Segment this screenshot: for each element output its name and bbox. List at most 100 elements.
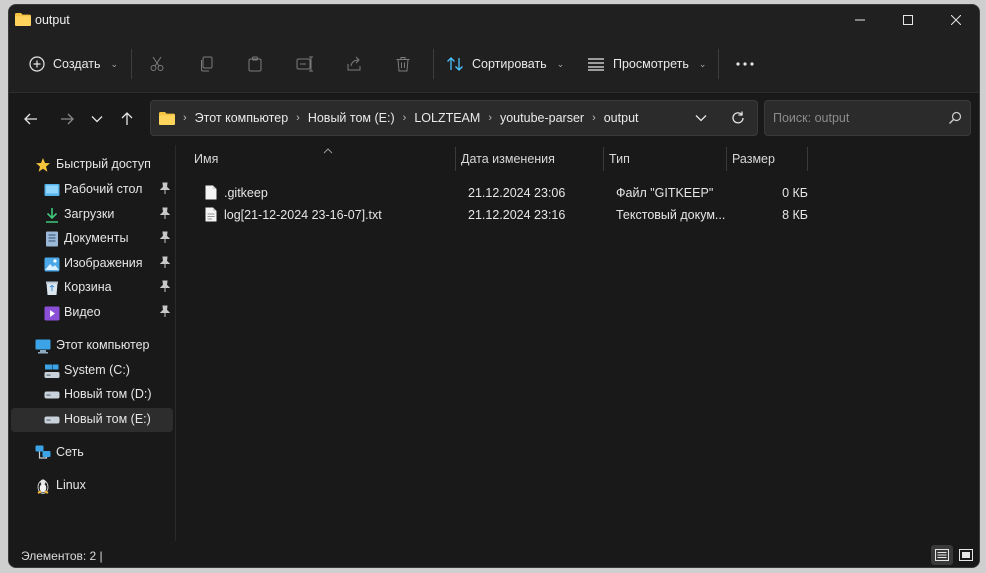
file-name: .gitkeep (224, 186, 268, 200)
sidebar-item-documents[interactable]: Документы (11, 227, 173, 251)
sidebar-item-label: Документы (64, 231, 129, 245)
address-bar[interactable]: › Этот компьютер › Новый том (E:) › LOLZ… (150, 100, 758, 136)
sidebar-item-videos[interactable]: Видео (11, 301, 173, 325)
sidebar-item-network[interactable]: Сеть (11, 441, 173, 465)
more-options-button[interactable] (736, 35, 754, 93)
share-button[interactable] (346, 35, 362, 93)
details-view-button[interactable] (931, 545, 953, 565)
chevron-down-icon: ⌄ (698, 58, 707, 69)
pin-icon[interactable] (159, 280, 171, 294)
table-row[interactable]: .gitkeep 21.12.2024 23:06 Файл "GITKEEP"… (188, 182, 808, 204)
column-divider[interactable] (603, 147, 604, 171)
sidebar-item-label: Изображения (64, 256, 143, 270)
breadcrumb-item[interactable]: LOLZTEAM (414, 111, 480, 125)
image-icon (44, 256, 60, 272)
title-bar[interactable]: output (9, 5, 979, 35)
column-divider[interactable] (726, 147, 727, 171)
sidebar-item-drive-c[interactable]: System (C:) (11, 359, 173, 383)
table-row[interactable]: log[21-12-2024 23-16-07].txt 21.12.2024 … (188, 204, 808, 226)
close-button[interactable] (930, 5, 979, 35)
sidebar-item-downloads[interactable]: Загрузки (11, 203, 173, 227)
sidebar-item-label: Linux (56, 478, 86, 492)
sidebar-item-this-pc[interactable]: Этот компьютер (11, 334, 173, 358)
column-header-size[interactable]: Размер (732, 145, 775, 173)
chevron-down-icon: ⌄ (556, 58, 565, 69)
breadcrumb-item[interactable]: Новый том (E:) (308, 111, 395, 125)
refresh-button[interactable] (723, 101, 753, 135)
pin-icon[interactable] (159, 182, 171, 196)
column-header-label: Размер (732, 152, 775, 166)
sidebar-item-pictures[interactable]: Изображения (11, 252, 173, 276)
arrow-right-icon (61, 113, 74, 125)
chevron-right-icon: › (296, 112, 300, 124)
column-header-name[interactable]: Имя (194, 145, 218, 173)
sort-icon (447, 57, 463, 71)
search-input[interactable] (773, 109, 943, 127)
sidebar-item-linux[interactable]: Linux (11, 474, 173, 498)
column-divider[interactable] (807, 147, 808, 171)
cut-button[interactable] (149, 35, 165, 93)
tiles-view-button[interactable] (955, 545, 977, 565)
recent-locations-button[interactable] (83, 93, 111, 145)
copy-button[interactable] (199, 35, 215, 93)
star-icon (35, 157, 51, 173)
sidebar-item-quick-access[interactable]: Быстрый доступ (11, 153, 173, 177)
column-divider[interactable] (455, 147, 456, 171)
explorer-window: output Создать ⌄ Сортировать ⌄ Просмотре… (8, 4, 980, 568)
back-button[interactable] (17, 93, 45, 145)
rename-button[interactable] (296, 35, 314, 93)
computer-icon (35, 338, 51, 354)
sidebar-item-label: Загрузки (64, 207, 115, 221)
sidebar-item-recycle-bin[interactable]: Корзина (11, 276, 173, 300)
details-view-icon (935, 549, 949, 561)
column-header-type[interactable]: Тип (609, 145, 630, 173)
command-bar: Создать ⌄ Сортировать ⌄ Просмотреть ⌄ (9, 35, 979, 93)
refresh-icon (732, 111, 744, 124)
network-icon (35, 445, 51, 461)
sidebar-item-label: Этот компьютер (56, 338, 150, 352)
pin-icon[interactable] (159, 256, 171, 270)
sidebar-item-label: Видео (64, 305, 101, 319)
breadcrumb-item[interactable]: youtube-parser (500, 111, 584, 125)
maximize-button[interactable] (882, 5, 934, 35)
pin-icon[interactable] (159, 207, 171, 221)
sidebar-item-label: Новый том (D:) (64, 387, 152, 401)
create-button[interactable]: Создать ⌄ (29, 35, 118, 93)
video-icon (44, 305, 60, 321)
file-modified: 21.12.2024 23:16 (468, 208, 566, 222)
toolbar-divider (718, 49, 719, 79)
sort-label: Сортировать (472, 57, 547, 71)
sidebar-item-drive-d[interactable]: Новый том (D:) (11, 383, 173, 407)
clipboard-icon (248, 56, 262, 72)
sidebar-item-label: Новый том (E:) (64, 412, 151, 426)
search-icon[interactable] (948, 111, 962, 125)
view-button[interactable]: Просмотреть ⌄ (587, 35, 706, 93)
breadcrumb-item[interactable]: output (604, 111, 639, 125)
delete-button[interactable] (395, 35, 411, 93)
column-header-label: Имя (194, 152, 219, 166)
sidebar-item-drive-e[interactable]: Новый том (E:) (11, 408, 173, 432)
minimize-button[interactable] (834, 5, 886, 35)
up-button[interactable] (113, 93, 141, 145)
pin-icon[interactable] (159, 305, 171, 319)
paste-button[interactable] (247, 35, 263, 93)
chevron-down-icon (91, 116, 103, 123)
address-dropdown-button[interactable] (686, 101, 716, 135)
navigation-pane: Быстрый доступ Рабочий стол Загрузки Док… (9, 145, 175, 541)
sidebar-item-label: System (C:) (64, 363, 130, 377)
arrow-up-icon (121, 112, 133, 125)
desktop-icon (44, 182, 60, 198)
sort-button[interactable]: Сортировать ⌄ (446, 35, 564, 93)
pin-icon[interactable] (159, 231, 171, 245)
forward-button[interactable] (53, 93, 81, 145)
drive-icon (44, 387, 60, 403)
minimize-icon (855, 19, 865, 21)
breadcrumb-item[interactable]: Этот компьютер (195, 111, 288, 125)
file-size: 8 КБ (782, 208, 808, 222)
toolbar-divider (131, 49, 132, 79)
scissors-icon (150, 56, 164, 71)
column-header-modified[interactable]: Дата изменения (461, 145, 555, 173)
sidebar-item-desktop[interactable]: Рабочий стол (11, 178, 173, 202)
file-type: Текстовый докум... (616, 208, 726, 222)
file-type: Файл "GITKEEP" (616, 186, 714, 200)
